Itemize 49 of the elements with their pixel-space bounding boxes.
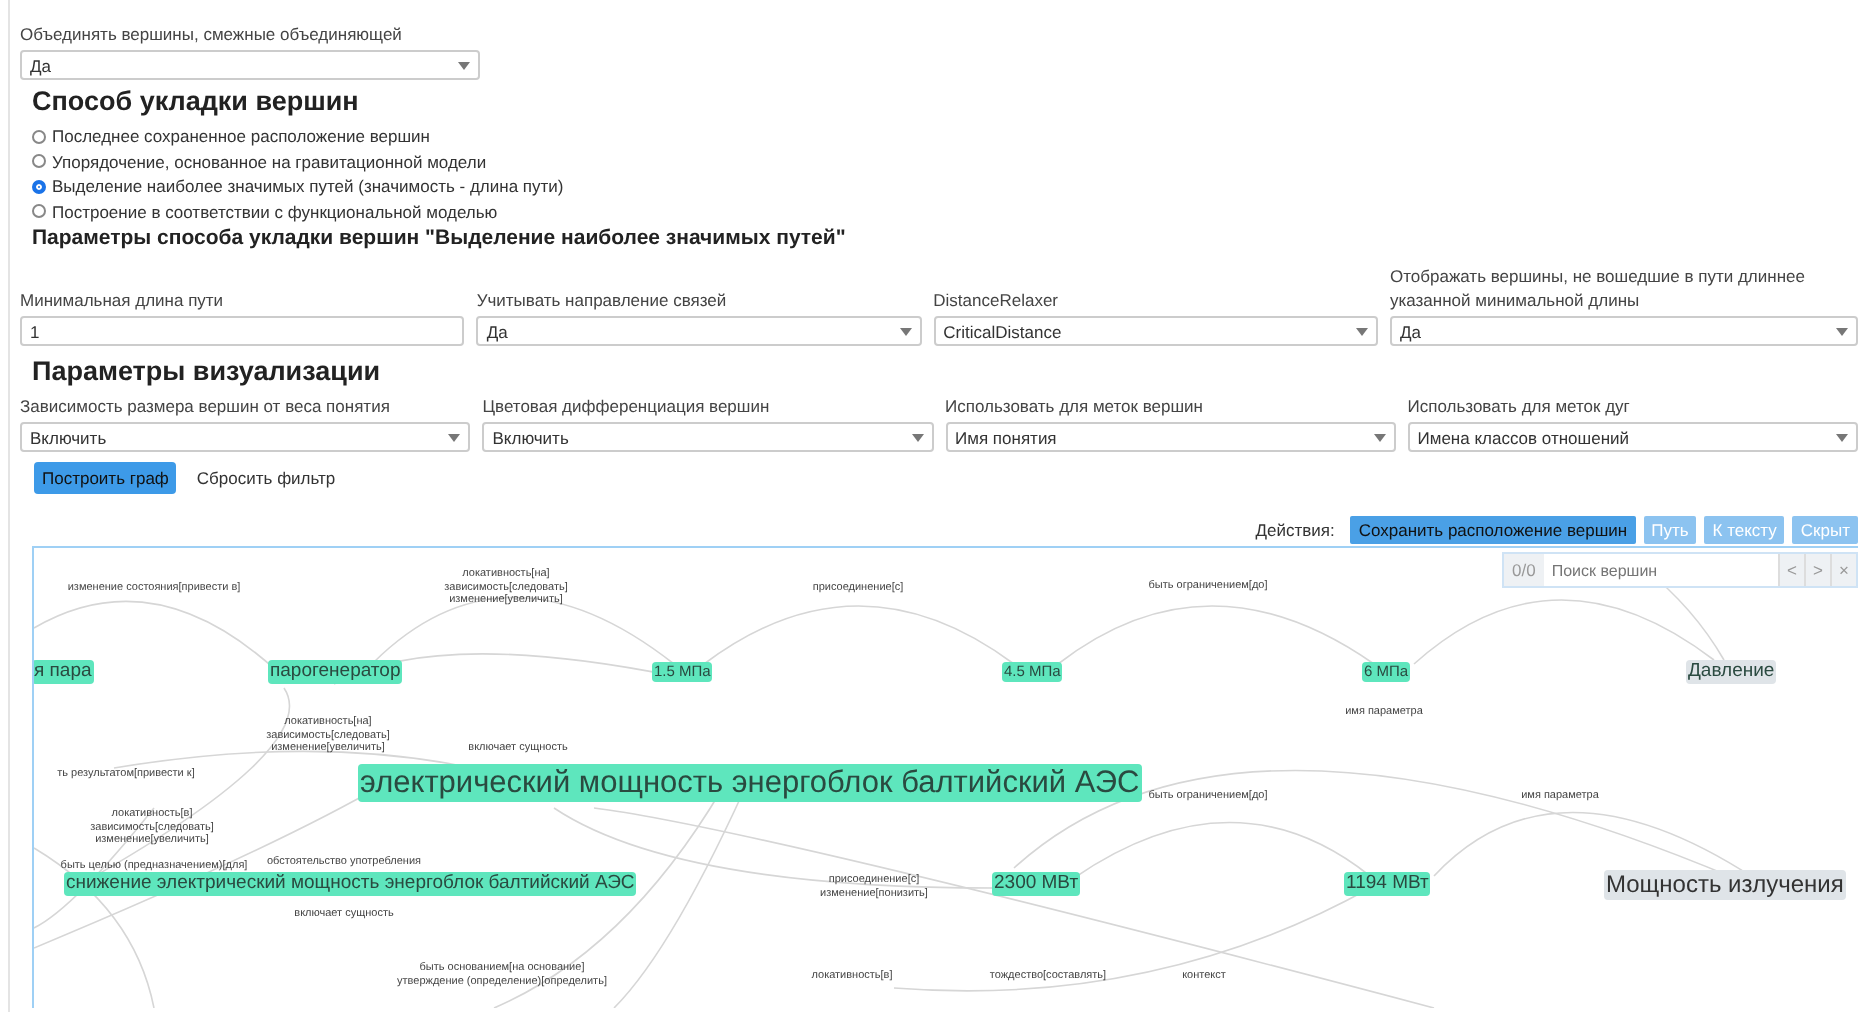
field-label: DistanceRelaxer (933, 288, 1061, 312)
graph-node[interactable]: 1194 МВт (1344, 872, 1431, 896)
field-label: Цветовая дифференциация вершин (482, 394, 772, 418)
dropdown[interactable]: Имя понятия (945, 422, 1396, 452)
radio-button[interactable] (32, 129, 46, 144)
dropdown[interactable]: Включить (20, 422, 471, 452)
build-button[interactable]: Построить граф (34, 462, 177, 494)
caret-icon (448, 433, 461, 441)
radio-label: Упорядочение, основанное на гравитационной модели (52, 151, 487, 172)
field-label: Объединять вершины, смежные объединяющей (20, 22, 404, 46)
radio-label: Построение в соответствии с функциональной моделью (52, 201, 498, 222)
section-title: Параметры визуализации (32, 356, 383, 388)
caret-icon (1355, 327, 1368, 335)
reset-link[interactable]: Сбросить фильтр (188, 462, 344, 494)
field-label: Использовать для меток вершин (945, 394, 1205, 418)
graph-node[interactable]: парогенератор (268, 660, 403, 684)
dropdown[interactable]: Да (476, 316, 922, 346)
caret-icon (911, 433, 923, 441)
action-button[interactable]: Сохранить расположение вершин (1350, 515, 1636, 543)
radio-label: Последнее сохраненное расположение вершин (52, 126, 430, 147)
radio-button[interactable] (32, 179, 46, 194)
section-subtitle: Параметры способа укладки вершин "Выделение наиболее значимых путей" (32, 226, 848, 252)
graph-node[interactable]: Давление (1686, 660, 1777, 684)
graph-node[interactable]: электрический мощность энергоблок балтийский АЭС (358, 764, 1142, 802)
field-label: Использовать для меток дуг (1407, 394, 1632, 418)
caret-icon (1836, 327, 1849, 335)
radio-label: Выделение наиболее значимых путей (значимость - длина пути) (52, 176, 564, 197)
radio-button[interactable] (32, 154, 46, 169)
graph-node[interactable]: я пара (34, 660, 94, 684)
dropdown[interactable]: Да (1389, 316, 1858, 346)
field-label: Зависимость размера вершин от веса понятия (20, 394, 392, 418)
dropdown[interactable]: Включить (482, 422, 933, 452)
field-label: Учитывать направление связей (476, 288, 729, 312)
caret-icon (1373, 433, 1386, 441)
dropdown[interactable]: Имена классов отношений (1407, 422, 1858, 452)
section-title: Способ укладки вершин (32, 86, 361, 118)
input-field[interactable]: 1 (20, 316, 465, 346)
graph-node[interactable]: снижение электрический мощность энергоблок балтийский АЭС (64, 872, 637, 896)
field-label: Отображать вершины, не вошедшие в пути длиннее указанной минимальной длины (1389, 264, 1807, 312)
caret-icon (1836, 433, 1848, 441)
caret-icon (458, 61, 470, 69)
field-label: Минимальная длина пути (20, 288, 226, 312)
caret-icon (899, 327, 912, 335)
dropdown[interactable]: CriticalDistance (933, 316, 1378, 346)
graph-node[interactable]: Мощность излучения (1604, 870, 1846, 900)
graph-node[interactable]: 2300 МВт (992, 872, 1081, 896)
dropdown[interactable]: Да (20, 50, 480, 80)
radio-button[interactable] (32, 204, 46, 219)
actions-label: Действия: (1255, 519, 1335, 539)
